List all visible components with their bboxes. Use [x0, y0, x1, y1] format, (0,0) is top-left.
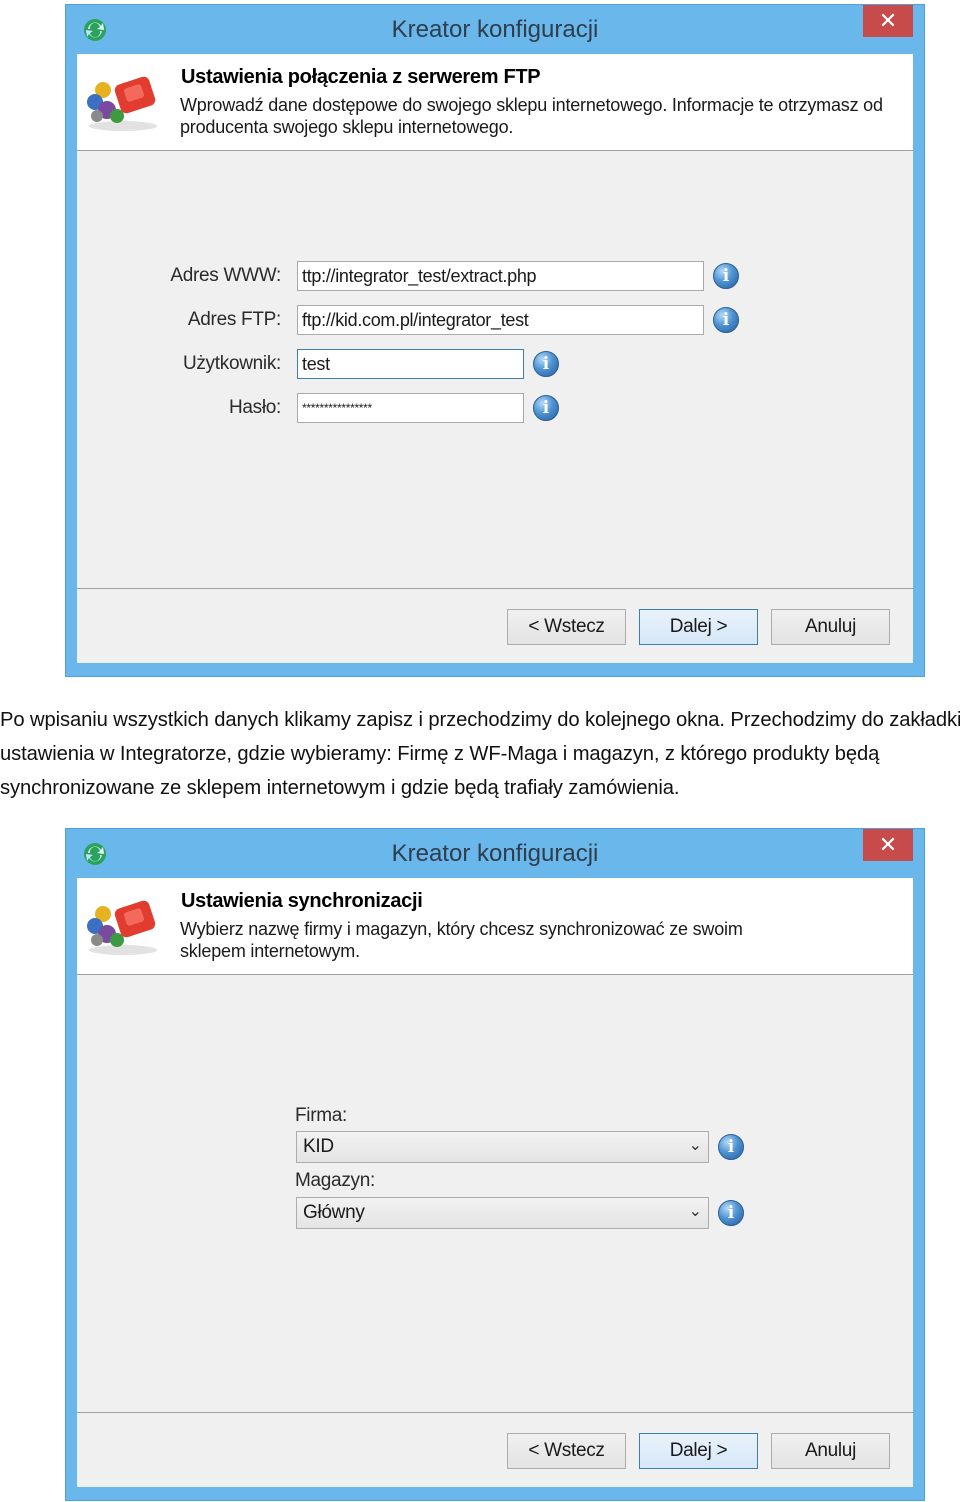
www-label: Adres WWW: — [170, 265, 281, 286]
ftp-settings-dialog: Kreator konfiguracji ✕ Ustawienia połącz… — [65, 4, 925, 677]
window-title: Kreator konfiguracji — [391, 840, 599, 867]
header-title: Ustawienia synchronizacji — [181, 890, 423, 912]
dialog-client-area: Ustawienia połączenia z serwerem FTP Wpr… — [77, 54, 913, 663]
cancel-button[interactable]: Anuluj — [771, 609, 890, 645]
close-icon: ✕ — [878, 8, 898, 33]
next-button[interactable]: Dalej > — [639, 1433, 758, 1469]
sync-settings-dialog: Kreator konfiguracji ✕ Ustawienia synchr… — [65, 828, 925, 1501]
firma-label: Firma: — [295, 1105, 348, 1126]
firma-select[interactable]: KID ⌄ — [296, 1131, 709, 1163]
wizard-logo-icon — [87, 900, 157, 955]
window-title: Kreator konfiguracji — [391, 16, 599, 43]
close-button[interactable]: ✕ — [863, 829, 913, 861]
instruction-paragraph: Po wpisaniu wszystkich danych klikamy za… — [0, 709, 960, 799]
info-icon[interactable]: i — [713, 263, 739, 289]
info-icon[interactable]: i — [533, 351, 559, 377]
magazyn-select[interactable]: Główny ⌄ — [296, 1197, 709, 1229]
password-input[interactable] — [297, 393, 524, 423]
dialog-client-area: Ustawienia synchronizacji Wybierz nazwę … — [77, 878, 913, 1487]
info-icon[interactable]: i — [533, 395, 559, 421]
info-icon[interactable]: i — [718, 1134, 744, 1160]
header-description: Wybierz nazwę firmy i magazyn, który chc… — [180, 919, 743, 961]
wizard-header: Ustawienia synchronizacji Wybierz nazwę … — [77, 878, 913, 975]
wizard-header: Ustawienia połączenia z serwerem FTP Wpr… — [77, 54, 913, 151]
header-description: Wprowadź dane dostępowe do swojego sklep… — [180, 95, 883, 137]
chevron-down-icon: ⌄ — [688, 1203, 702, 1220]
back-button[interactable]: < Wstecz — [507, 609, 626, 645]
close-button[interactable]: ✕ — [863, 5, 913, 37]
header-title: Ustawienia połączenia z serwerem FTP — [181, 66, 541, 88]
back-button[interactable]: < Wstecz — [507, 1433, 626, 1469]
ftp-label: Adres FTP: — [187, 309, 281, 330]
cancel-button[interactable]: Anuluj — [771, 1433, 890, 1469]
info-icon[interactable]: i — [713, 307, 739, 333]
magazyn-selected-value: Główny — [303, 1202, 365, 1223]
username-input[interactable] — [297, 349, 524, 379]
footer-divider — [77, 588, 913, 589]
www-address-input[interactable] — [297, 261, 704, 291]
wizard-logo-icon — [87, 76, 157, 131]
close-icon: ✕ — [878, 832, 898, 857]
footer-divider — [77, 1412, 913, 1413]
firma-selected-value: KID — [303, 1136, 334, 1157]
info-icon[interactable]: i — [718, 1200, 744, 1226]
magazyn-label: Magazyn: — [295, 1170, 375, 1191]
next-button[interactable]: Dalej > — [639, 609, 758, 645]
ftp-address-input[interactable] — [297, 305, 704, 335]
user-label: Użytkownik: — [182, 353, 281, 374]
password-label: Hasło: — [228, 397, 281, 418]
chevron-down-icon: ⌄ — [688, 1137, 702, 1154]
